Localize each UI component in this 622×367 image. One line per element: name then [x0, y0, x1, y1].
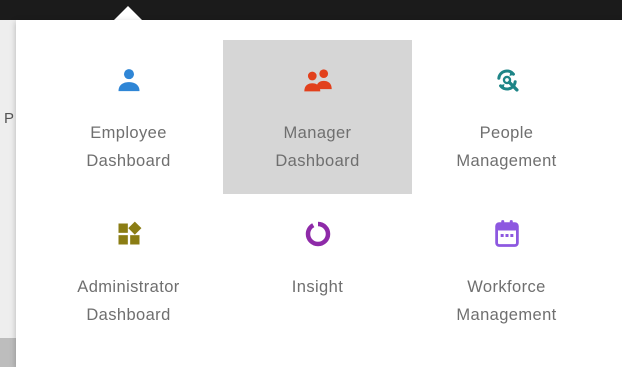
- menu-item-manager-dashboard[interactable]: Manager Dashboard: [223, 40, 412, 194]
- menu-item-insight[interactable]: Insight: [223, 194, 412, 348]
- background-page: P: [0, 20, 16, 367]
- menu-item-label: Insight: [291, 278, 344, 296]
- menu-item-workforce-management[interactable]: Workforce Management: [412, 194, 601, 348]
- menu-item-label: Employee Dashboard: [86, 124, 171, 170]
- people-icon: [223, 64, 412, 96]
- dropdown-caret: [114, 6, 142, 20]
- app-switcher-menu: Employee Dashboard Manager Dashboard Peo…: [16, 20, 622, 367]
- calendar-icon: [412, 218, 601, 250]
- ring-chart-icon: [223, 218, 412, 250]
- background-page-strip: [0, 338, 16, 367]
- menu-item-label: Administrator Dashboard: [77, 278, 180, 324]
- menu-item-label: Workforce Management: [456, 278, 557, 324]
- dashboard-tiles-icon: [34, 218, 223, 250]
- menu-item-administrator-dashboard[interactable]: Administrator Dashboard: [34, 194, 223, 348]
- menu-item-employee-dashboard[interactable]: Employee Dashboard: [34, 40, 223, 194]
- menu-item-label: People Management: [456, 124, 557, 170]
- menu-item-label: Manager Dashboard: [275, 124, 360, 170]
- background-page-text: P: [4, 110, 15, 127]
- refresh-search-icon: [412, 64, 601, 96]
- top-navigation-bar: [0, 0, 622, 20]
- menu-item-people-management[interactable]: People Management: [412, 40, 601, 194]
- person-icon: [34, 64, 223, 96]
